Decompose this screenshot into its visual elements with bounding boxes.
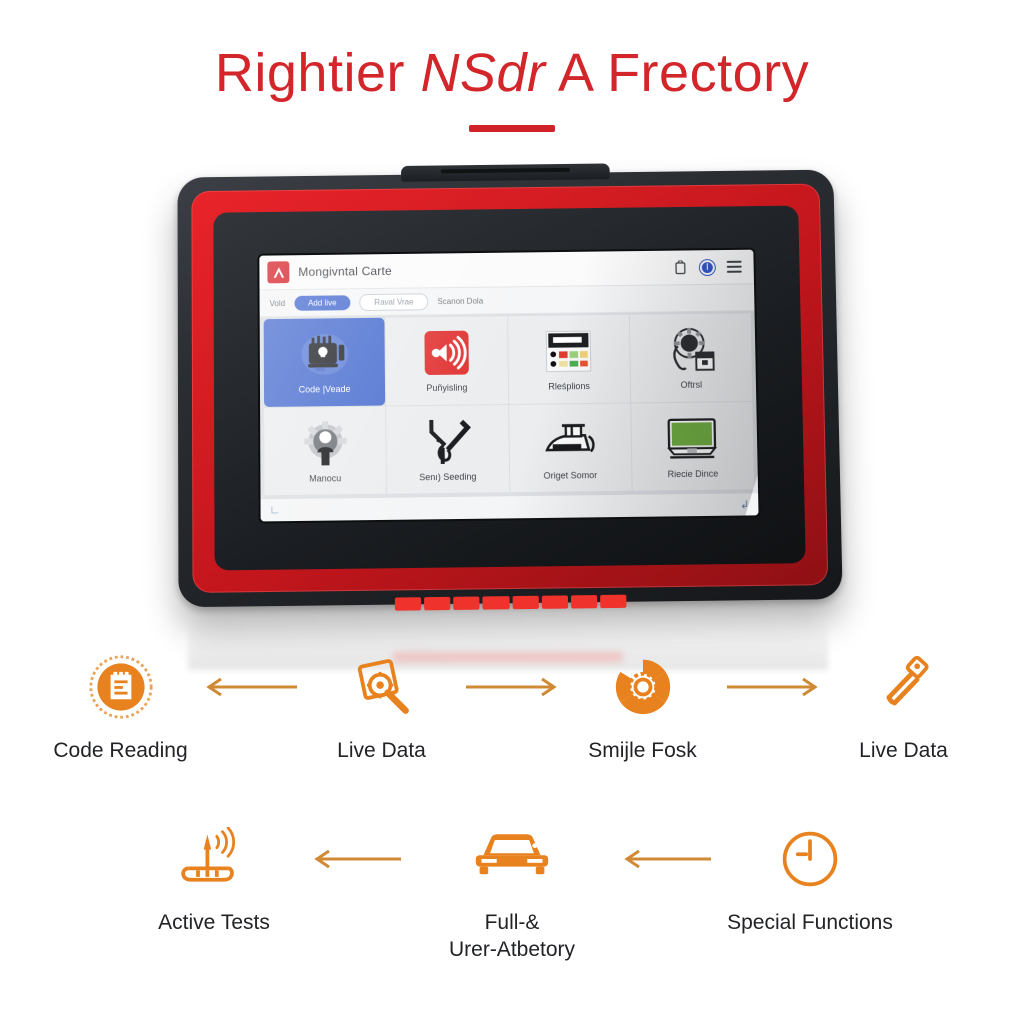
menu-icon[interactable] xyxy=(726,260,742,273)
arrow-right-icon-2 xyxy=(723,648,823,726)
title-underline-rule xyxy=(469,125,555,133)
tile-display[interactable]: Riecie Dince xyxy=(631,401,755,491)
gear-settings-icon xyxy=(610,648,676,726)
page-title-part1: Rightier xyxy=(214,43,421,103)
app-toolbar xyxy=(673,259,746,275)
flow-node-live-data-1[interactable]: Live Data xyxy=(301,648,462,764)
tablet-red-trim: Mongivntal Carte Vold Add live Raval Vra… xyxy=(191,183,829,593)
workflow-row-2: Active Tests Full-& Urer-Atbetory Specia… xyxy=(0,820,1024,963)
flow-node-code-reading[interactable]: Code Reading xyxy=(40,648,201,764)
flow-node-label: Live Data xyxy=(859,739,948,762)
flow-node-label-line2: Urer-Atbetory xyxy=(448,937,576,961)
flow-node-active-tests[interactable]: Active Tests xyxy=(121,820,307,936)
enter-return-icon[interactable]: ↲ xyxy=(740,498,749,511)
tile-sensor[interactable]: Origet Somor xyxy=(508,403,632,493)
function-grid: Code |Veade Puñyisling Rleśplions Oftrsl… xyxy=(259,309,759,500)
tile-tools[interactable]: Oftrsl xyxy=(629,313,753,402)
tile-label: Riecie Dince xyxy=(667,468,719,480)
tile-label: Oftrsl xyxy=(680,379,703,391)
fuse-panel-icon xyxy=(544,325,593,377)
tile-fuse-panel[interactable]: Rleśplions xyxy=(507,314,630,404)
arrow-left-icon xyxy=(201,648,301,726)
car-sensor-icon xyxy=(542,414,597,467)
app-statusbar: ∟ ↲ xyxy=(260,493,759,522)
monitor-icon xyxy=(666,412,719,465)
flow-node-label: Active Tests xyxy=(158,911,270,935)
tile-broadcast[interactable]: Puñyisling xyxy=(385,316,508,405)
tablet-body: Mongivntal Carte Vold Add live Raval Vra… xyxy=(177,163,843,611)
antenna-signal-icon xyxy=(179,820,249,898)
page-title: Rightier NSdr A Frectory xyxy=(0,43,1024,103)
clock-gauge-icon xyxy=(779,820,841,898)
workflow-diagram: Code Reading Live Data Smijle Fosk Live … xyxy=(0,648,1024,963)
flow-node-label: Special Functions xyxy=(727,911,893,935)
ecu-module-icon xyxy=(296,328,352,381)
corner-left-icon[interactable]: ∟ xyxy=(270,504,281,516)
tile-label: Origet Somor xyxy=(543,469,598,481)
tabbar-lead-label: Vold xyxy=(269,298,286,308)
tablet-device: Mongivntal Carte Vold Add live Raval Vra… xyxy=(177,163,843,611)
tile-label: Code |Veade xyxy=(298,384,351,395)
flow-node-label: Smijle Fosk xyxy=(588,739,697,762)
car-icon xyxy=(472,820,552,898)
tile-label: Manocu xyxy=(309,472,342,484)
tab-ghost[interactable]: Raval Vrae xyxy=(359,292,429,311)
brand-logo-icon xyxy=(267,261,290,284)
tile-service[interactable]: Senı) Seeding xyxy=(386,404,509,494)
flow-node-live-data-2[interactable]: Live Data xyxy=(823,648,984,764)
tile-code-reader[interactable]: Code |Veade xyxy=(263,317,386,407)
tile-label: Senı) Seeding xyxy=(419,471,477,483)
tablet-screen: Mongivntal Carte Vold Add live Raval Vra… xyxy=(259,249,759,522)
tab-plain[interactable]: Scanon Dola xyxy=(437,296,483,306)
flow-node-label: Code Reading xyxy=(53,739,188,762)
flow-node-full-system[interactable]: Full-& Urer-Atbetory xyxy=(407,820,617,963)
broadcast-icon xyxy=(423,327,470,379)
tablet-bezel: Mongivntal Carte Vold Add live Raval Vra… xyxy=(213,205,806,571)
magnifier-gear-icon xyxy=(349,648,415,726)
page-title-italic: NSdr xyxy=(420,43,546,103)
page-title-part2: A Frectory xyxy=(545,43,810,103)
gear-person-icon xyxy=(301,417,349,470)
flow-node-simple-task[interactable]: Smijle Fosk xyxy=(562,648,723,764)
page-title-block: Rightier NSdr A Frectory xyxy=(0,43,1024,133)
app-title: Mongivntal Carte xyxy=(298,263,392,280)
arrow-left-icon-2 xyxy=(307,820,407,898)
power-icon[interactable] xyxy=(699,259,715,275)
wrench-icon xyxy=(423,415,472,468)
tile-manage[interactable]: Manocu xyxy=(264,405,387,496)
poster-root: Rightier NSdr A Frectory Mongivntal Cart… xyxy=(0,0,1024,1024)
tab-active[interactable]: Add live xyxy=(294,294,351,311)
clipboard-icon[interactable] xyxy=(673,260,688,275)
tile-label: Puñyisling xyxy=(426,382,468,394)
flow-node-label-line1: Full-& xyxy=(484,911,540,935)
fan-tool-icon xyxy=(664,324,717,376)
screwdriver-icon xyxy=(874,648,934,726)
arrow-left-icon-3 xyxy=(617,820,717,898)
tablet-top-port xyxy=(400,163,610,182)
workflow-row-1: Code Reading Live Data Smijle Fosk Live … xyxy=(0,648,1024,764)
tile-label: Rleśplions xyxy=(548,381,590,392)
arrow-right-icon xyxy=(462,648,562,726)
code-badge-icon xyxy=(88,648,154,726)
flow-node-special-functions[interactable]: Special Functions xyxy=(717,820,903,936)
flow-node-label: Live Data xyxy=(337,739,426,762)
flow-node-label: Full-& Urer-Atbetory xyxy=(449,910,575,963)
